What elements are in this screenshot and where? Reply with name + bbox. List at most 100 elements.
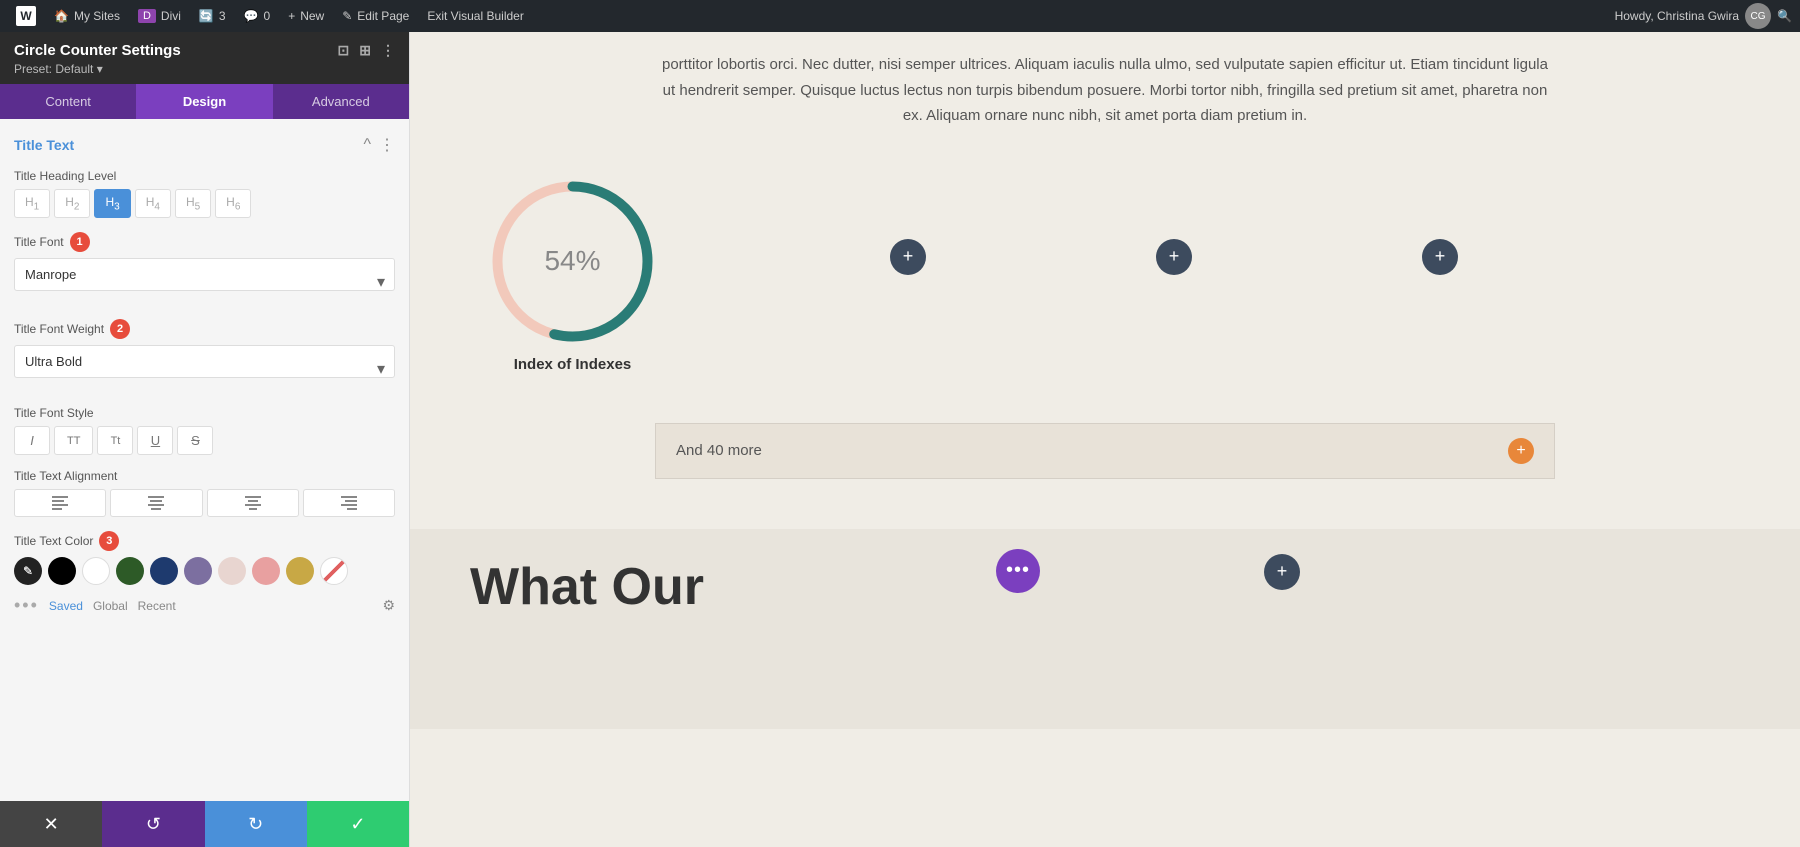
align-right-btn[interactable] [303,489,395,517]
counter-title: Index of Indexes [514,356,632,373]
add-column-btn-3[interactable]: + [1422,239,1458,275]
my-sites-menu[interactable]: 🏠 My Sites [46,0,128,32]
title-font-select[interactable]: Manrope [14,258,395,291]
new-menu[interactable]: + New [280,0,332,32]
h6-btn[interactable]: H6 [215,189,251,218]
circle-counter-widget: 54% Index of Indexes [470,159,675,393]
color-gold[interactable] [286,557,314,585]
resize-icon[interactable]: ⊡ [338,42,350,59]
user-avatar[interactable]: CG [1745,3,1771,29]
title-font-weight-label: Title Font Weight 2 [14,319,395,339]
h3-btn[interactable]: H3 [94,189,130,218]
font-weight-badge: 2 [110,319,130,339]
capitalize-btn[interactable]: Tt [97,426,133,455]
panel-title-text: Circle Counter Settings [14,42,181,59]
font-badge: 1 [70,232,90,252]
wp-logo[interactable]: W [8,0,44,32]
add-column-btn-1[interactable]: + [890,239,926,275]
align-left-btn[interactable] [14,489,106,517]
and-more-text: And 40 more [676,442,762,459]
divi-menu[interactable]: D Divi [130,0,189,32]
title-text-section-header: Title Text ^ ⋮ [14,135,395,155]
color-dark-green[interactable] [116,557,144,585]
admin-bar-right: Howdy, Christina Gwira CG 🔍 [1615,3,1792,29]
bottom-section: What Our ••• + [410,529,1800,729]
preset-selector[interactable]: Preset: Default ▾ [14,62,395,76]
cancel-button[interactable]: ✕ [0,801,102,847]
howdy-text: Howdy, Christina Gwira [1615,9,1739,23]
collapse-icon[interactable]: ^ [363,136,371,154]
underline-btn[interactable]: U [137,426,173,455]
title-text-section-label: Title Text [14,137,74,153]
row-plus-buttons: + + + [890,239,1458,275]
title-font-label: Title Font 1 [14,232,395,252]
search-icon[interactable]: 🔍 [1777,9,1792,23]
h2-btn[interactable]: H2 [54,189,90,218]
bottom-action-bar: ✕ ↺ ↻ ✓ [0,801,409,847]
color-badge: 3 [99,531,119,551]
font-style-buttons: I TT Tt U S [14,426,395,455]
section-more-icon[interactable]: ⋮ [379,135,395,155]
color-swatches: ✎ [14,557,395,585]
panel-header: Circle Counter Settings ⊡ ⊞ ⋮ Preset: De… [0,32,409,84]
more-icon[interactable]: ⋮ [381,42,395,59]
h1-btn[interactable]: H1 [14,189,50,218]
panel-title-icons: ⊡ ⊞ ⋮ [338,42,395,59]
color-tabs: ••• Saved Global Recent ⚙ [14,595,395,616]
tab-advanced[interactable]: Advanced [273,84,409,119]
dots-icon[interactable]: ••• [14,595,39,616]
settings-tabs: Content Design Advanced [0,84,409,119]
tab-design[interactable]: Design [136,84,272,119]
bottom-add-btn[interactable]: + [1264,554,1300,590]
and-more-plus-btn[interactable]: + [1508,438,1534,464]
content-inner: porttitor lobortis orci. Nec dutter, nis… [410,32,1800,529]
saved-tab[interactable]: Saved [49,599,83,613]
updates-menu[interactable]: 🔄 3 [191,0,234,32]
new-icon: + [288,9,295,23]
add-column-btn-2[interactable]: + [1156,239,1192,275]
h5-btn[interactable]: H5 [175,189,211,218]
body-paragraph: porttitor lobortis orci. Nec dutter, nis… [655,52,1555,129]
and-more-section: And 40 more + [655,423,1555,479]
color-purple[interactable] [184,557,212,585]
exit-visual-builder-btn[interactable]: Exit Visual Builder [419,0,532,32]
color-salmon[interactable] [252,557,280,585]
color-picker-btn[interactable]: ✎ [14,557,42,585]
what-our-title: What Our [470,559,1740,616]
h4-btn[interactable]: H4 [135,189,171,218]
page-content-area: porttitor lobortis orci. Nec dutter, nis… [410,32,1800,847]
tab-content[interactable]: Content [0,84,136,119]
circle-container: 54% [490,179,655,344]
redo-button[interactable]: ↻ [205,801,307,847]
edit-icon: ✎ [342,9,352,23]
main-layout: Circle Counter Settings ⊡ ⊞ ⋮ Preset: De… [0,32,1800,847]
italic-btn[interactable]: I [14,426,50,455]
updates-icon: 🔄 [199,9,214,23]
divi-icon: D [138,9,156,23]
edit-page-menu[interactable]: ✎ Edit Page [334,0,417,32]
align-center-left-btn[interactable] [110,489,202,517]
panel-content: Title Text ^ ⋮ Title Heading Level H1 H2… [0,119,409,801]
admin-bar: W 🏠 My Sites D Divi 🔄 3 💬 0 + New ✎ Edit… [0,0,1800,32]
dock-icon[interactable]: ⊞ [359,42,371,59]
color-white[interactable] [82,557,110,585]
color-black[interactable] [48,557,76,585]
global-tab[interactable]: Global [93,599,128,613]
home-icon: 🏠 [54,9,69,23]
title-font-weight-select[interactable]: Ultra Bold [14,345,395,378]
purple-dots-button[interactable]: ••• [996,549,1040,593]
circle-percentage: 54% [544,245,600,277]
comments-menu[interactable]: 💬 0 [236,0,279,32]
undo-button[interactable]: ↺ [102,801,204,847]
color-dark-blue[interactable] [150,557,178,585]
color-light-pink[interactable] [218,557,246,585]
color-slash[interactable] [320,557,348,585]
align-center-btn[interactable] [207,489,299,517]
save-button[interactable]: ✓ [307,801,409,847]
all-caps-btn[interactable]: TT [54,426,93,455]
recent-tab[interactable]: Recent [138,599,176,613]
counter-row: 54% Index of Indexes + + + [470,159,1740,393]
comments-icon: 💬 [244,9,259,23]
color-settings-icon[interactable]: ⚙ [382,597,395,614]
strikethrough-btn[interactable]: S [177,426,213,455]
